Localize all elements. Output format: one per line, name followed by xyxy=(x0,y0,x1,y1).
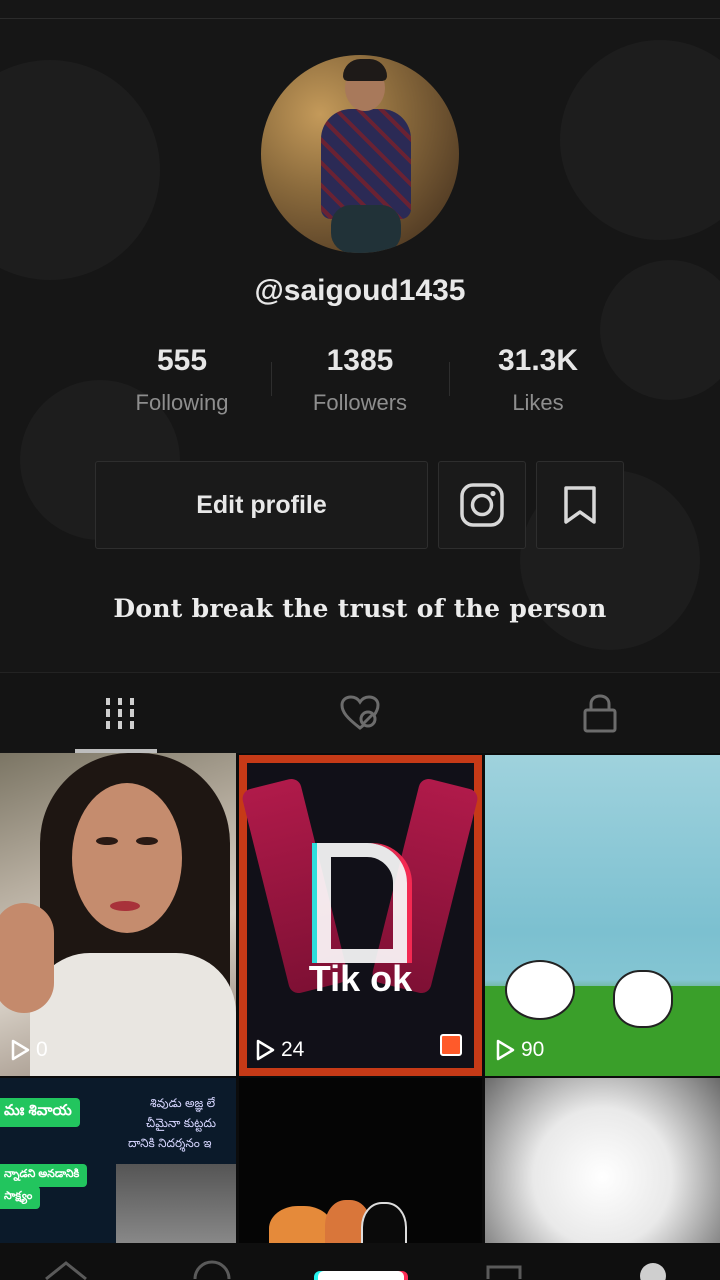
bookmark-button[interactable] xyxy=(536,461,624,549)
instagram-button[interactable] xyxy=(438,461,526,549)
video-thumbnail[interactable] xyxy=(485,1078,720,1243)
view-count: 24 xyxy=(255,1038,304,1062)
avatar[interactable] xyxy=(261,55,459,253)
video-thumbnail[interactable]: 90 xyxy=(485,755,720,1076)
following-label: Following xyxy=(135,390,229,415)
view-count: 0 xyxy=(10,1038,48,1062)
stat-followers[interactable]: 1385 Followers xyxy=(270,344,450,416)
view-count-value: 24 xyxy=(281,1038,305,1061)
view-count-value: 0 xyxy=(36,1038,48,1061)
tab-liked[interactable] xyxy=(240,673,480,753)
video-thumbnail[interactable]: 0 xyxy=(0,753,236,1076)
thumbnail-text: దానికి నిదర్శనం ఇ xyxy=(128,1136,212,1150)
following-count: 555 xyxy=(156,344,208,377)
profile-tabs xyxy=(0,672,720,753)
discover-icon[interactable] xyxy=(192,1259,232,1280)
inbox-icon[interactable] xyxy=(484,1263,524,1280)
thumbnail-text: చీమైనా కుట్టదు xyxy=(146,1116,216,1130)
profile-bio: Dont break the trust of the person xyxy=(113,594,607,623)
video-grid: 0 Tik ok 24 90 మః శివాయ శివుడు అజ్ఞ లే చ… xyxy=(0,753,720,1243)
top-divider xyxy=(0,18,720,19)
liked-hidden-icon xyxy=(340,695,380,730)
video-thumbnail[interactable]: మః శివాయ శివుడు అజ్ఞ లే చీమైనా కుట్టదు ద… xyxy=(0,1078,236,1243)
lock-icon xyxy=(583,694,617,733)
play-icon xyxy=(496,1039,515,1061)
bookmark-icon xyxy=(564,486,596,524)
play-icon xyxy=(11,1039,30,1061)
likes-count: 31.3K xyxy=(497,344,579,377)
instagram-icon xyxy=(460,483,504,527)
stat-following[interactable]: 555 Following xyxy=(92,344,272,416)
view-count-value: 90 xyxy=(521,1038,545,1061)
followers-count: 1385 xyxy=(326,344,394,377)
thumbnail-text: న్నాడని అనడానికి xyxy=(0,1164,88,1187)
video-thumbnail[interactable] xyxy=(239,1078,482,1243)
grid-icon xyxy=(106,698,134,729)
likes-label: Likes xyxy=(512,390,564,415)
badge-icon xyxy=(440,1034,462,1056)
bottom-nav xyxy=(0,1243,720,1280)
play-icon xyxy=(256,1039,275,1061)
thumbnail-text: శివుడు అజ్ఞ లే xyxy=(150,1096,216,1110)
profile-icon[interactable] xyxy=(640,1263,666,1280)
stat-likes[interactable]: 31.3K Likes xyxy=(448,344,628,416)
video-thumbnail[interactable]: Tik ok 24 xyxy=(239,755,482,1076)
followers-label: Followers xyxy=(312,390,408,415)
tab-private[interactable] xyxy=(480,673,720,753)
tab-videos[interactable] xyxy=(0,673,240,753)
thumbnail-text: సాక్ష్యం xyxy=(0,1186,41,1209)
username: @saigoud1435 xyxy=(254,274,466,307)
create-button[interactable] xyxy=(318,1271,404,1280)
thumbnail-overlay-text: Tik ok xyxy=(308,958,413,999)
edit-profile-button[interactable]: Edit profile xyxy=(95,461,428,549)
home-icon[interactable] xyxy=(44,1261,88,1280)
thumbnail-text: మః శివాయ xyxy=(0,1098,80,1127)
view-count: 90 xyxy=(495,1038,544,1062)
